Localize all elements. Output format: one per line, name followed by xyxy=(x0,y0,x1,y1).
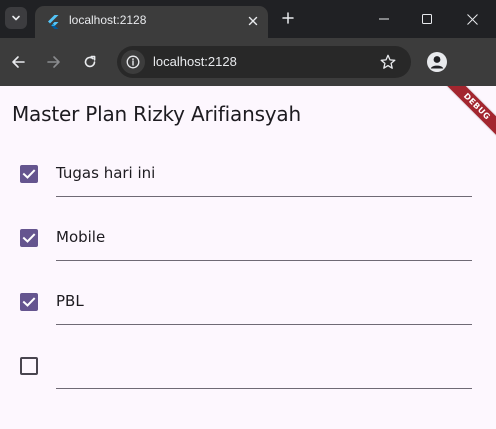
tab-close-button[interactable] xyxy=(245,13,261,29)
task-underline xyxy=(56,260,472,261)
profile-button[interactable] xyxy=(427,52,447,72)
close-window-button[interactable] xyxy=(452,0,492,38)
info-icon xyxy=(126,55,140,69)
task-underline xyxy=(56,324,472,325)
url-text: localhost:2128 xyxy=(153,54,237,69)
task-checkbox[interactable] xyxy=(20,165,38,183)
close-icon xyxy=(466,13,478,25)
task-description[interactable]: Mobile xyxy=(56,228,105,246)
tab-search-button[interactable] xyxy=(5,7,27,29)
browser-window: localhost:2128 localhost:2128 Master Pla… xyxy=(0,0,496,429)
close-icon xyxy=(248,16,258,26)
bookmark-button[interactable] xyxy=(379,53,397,71)
new-tab-button[interactable] xyxy=(279,9,297,27)
task-description[interactable]: Tugas hari ini xyxy=(56,164,155,182)
forward-button[interactable] xyxy=(43,51,65,73)
check-icon xyxy=(22,297,36,307)
site-info-button[interactable] xyxy=(121,50,145,74)
check-icon xyxy=(22,233,36,243)
task-underline xyxy=(56,196,472,197)
arrow-left-icon xyxy=(12,56,25,68)
tab-localhost[interactable]: localhost:2128 xyxy=(35,6,268,38)
minimize-icon xyxy=(379,18,389,20)
person-icon xyxy=(430,56,444,69)
tab-strip: localhost:2128 xyxy=(0,0,496,38)
page-viewport: Master Plan Rizky Arifiansyah DEBUG Tuga… xyxy=(0,86,496,429)
tab-title: localhost:2128 xyxy=(69,13,147,27)
flutter-logo-icon xyxy=(48,15,59,29)
app-bar-title: Master Plan Rizky Arifiansyah xyxy=(12,102,301,126)
address-bar[interactable]: localhost:2128 xyxy=(117,46,411,78)
task-underline xyxy=(56,388,472,389)
plus-icon xyxy=(282,12,294,24)
back-button[interactable] xyxy=(7,51,29,73)
reload-button[interactable] xyxy=(79,51,101,73)
maximize-button[interactable] xyxy=(407,0,447,38)
debug-banner: DEBUG xyxy=(440,86,496,143)
task-checkbox[interactable] xyxy=(20,357,38,375)
browser-toolbar: localhost:2128 xyxy=(0,38,496,86)
task-description[interactable]: PBL xyxy=(56,292,84,310)
debug-banner-label: DEBUG xyxy=(461,91,493,122)
arrow-right-icon xyxy=(47,56,60,68)
minimize-button[interactable] xyxy=(364,0,404,38)
chevron-down-icon xyxy=(12,15,20,21)
check-icon xyxy=(22,169,36,179)
task-checkbox[interactable] xyxy=(20,293,38,311)
reload-icon xyxy=(84,55,96,68)
maximize-icon xyxy=(422,14,432,24)
task-checkbox[interactable] xyxy=(20,229,38,247)
star-icon xyxy=(380,54,396,69)
